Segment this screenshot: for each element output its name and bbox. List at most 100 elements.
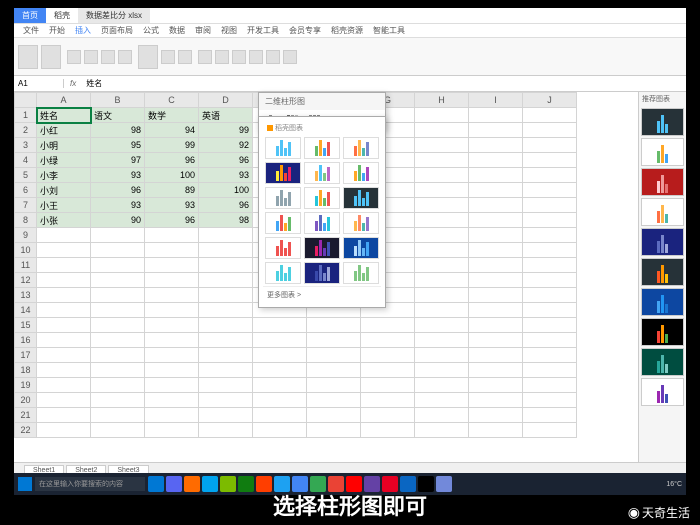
menu-item[interactable]: 稻壳资源 bbox=[326, 25, 368, 36]
cell[interactable] bbox=[145, 408, 199, 423]
menu-item[interactable]: 开始 bbox=[44, 25, 70, 36]
cell[interactable] bbox=[253, 393, 307, 408]
ribbon-btn[interactable] bbox=[84, 50, 98, 64]
cell[interactable] bbox=[145, 363, 199, 378]
row-header[interactable]: 10 bbox=[15, 243, 37, 258]
cell[interactable] bbox=[469, 153, 523, 168]
cell[interactable] bbox=[199, 378, 253, 393]
cell[interactable] bbox=[415, 168, 469, 183]
ribbon-btn[interactable] bbox=[266, 50, 280, 64]
cell[interactable] bbox=[307, 363, 361, 378]
cell[interactable] bbox=[523, 318, 577, 333]
cell[interactable] bbox=[469, 273, 523, 288]
cell[interactable] bbox=[415, 153, 469, 168]
cell[interactable] bbox=[307, 378, 361, 393]
chart-thumb[interactable] bbox=[304, 237, 340, 259]
cell[interactable] bbox=[469, 228, 523, 243]
cell[interactable]: 90 bbox=[91, 213, 145, 228]
cell[interactable] bbox=[199, 303, 253, 318]
cell[interactable] bbox=[469, 348, 523, 363]
column-header[interactable]: B bbox=[91, 93, 145, 108]
cell[interactable] bbox=[91, 423, 145, 438]
cell[interactable] bbox=[199, 393, 253, 408]
cell[interactable] bbox=[253, 378, 307, 393]
cell[interactable] bbox=[91, 303, 145, 318]
chart-thumb[interactable] bbox=[641, 228, 684, 256]
row-header[interactable]: 7 bbox=[15, 198, 37, 213]
ribbon-btn[interactable] bbox=[198, 50, 212, 64]
cell[interactable] bbox=[145, 243, 199, 258]
cell[interactable] bbox=[307, 318, 361, 333]
cell[interactable] bbox=[145, 423, 199, 438]
row-header[interactable]: 19 bbox=[15, 378, 37, 393]
menu-item[interactable]: 插入 bbox=[70, 25, 96, 36]
cell[interactable] bbox=[253, 318, 307, 333]
cell[interactable] bbox=[415, 108, 469, 123]
cell[interactable] bbox=[415, 393, 469, 408]
tab-home[interactable]: 首页 bbox=[14, 8, 46, 23]
cell[interactable] bbox=[199, 318, 253, 333]
cell[interactable] bbox=[91, 378, 145, 393]
cell[interactable] bbox=[523, 303, 577, 318]
ribbon-btn[interactable] bbox=[41, 45, 61, 69]
select-all[interactable] bbox=[15, 93, 37, 108]
cell[interactable]: 英语 bbox=[199, 108, 253, 123]
column-header[interactable]: A bbox=[37, 93, 91, 108]
cell[interactable] bbox=[307, 408, 361, 423]
row-header[interactable]: 16 bbox=[15, 333, 37, 348]
cell[interactable] bbox=[307, 333, 361, 348]
chart-thumb[interactable] bbox=[343, 137, 379, 159]
chart-thumb[interactable] bbox=[304, 162, 340, 184]
cell[interactable] bbox=[415, 243, 469, 258]
cell[interactable] bbox=[523, 348, 577, 363]
cell[interactable]: 小刘 bbox=[37, 183, 91, 198]
gallery-more[interactable]: 更多图表 > bbox=[263, 286, 381, 303]
cell[interactable] bbox=[199, 348, 253, 363]
cell[interactable] bbox=[523, 273, 577, 288]
cell[interactable] bbox=[91, 228, 145, 243]
cell[interactable] bbox=[469, 123, 523, 138]
cell[interactable] bbox=[415, 258, 469, 273]
cell[interactable] bbox=[91, 318, 145, 333]
chart-thumb[interactable] bbox=[641, 318, 684, 346]
cell[interactable] bbox=[361, 348, 415, 363]
cell[interactable] bbox=[253, 348, 307, 363]
cell[interactable] bbox=[145, 228, 199, 243]
cell[interactable] bbox=[415, 303, 469, 318]
cell[interactable] bbox=[523, 108, 577, 123]
cell[interactable] bbox=[469, 198, 523, 213]
menu-item[interactable]: 视图 bbox=[216, 25, 242, 36]
cell[interactable] bbox=[361, 393, 415, 408]
row-header[interactable]: 20 bbox=[15, 393, 37, 408]
cell[interactable] bbox=[37, 258, 91, 273]
cell[interactable] bbox=[523, 288, 577, 303]
cell[interactable] bbox=[37, 333, 91, 348]
chart-thumb[interactable] bbox=[265, 187, 301, 209]
cell[interactable] bbox=[199, 273, 253, 288]
ribbon-btn[interactable] bbox=[67, 50, 81, 64]
row-header[interactable]: 2 bbox=[15, 123, 37, 138]
cell[interactable] bbox=[415, 333, 469, 348]
cell[interactable] bbox=[469, 333, 523, 348]
chart-thumb[interactable] bbox=[641, 138, 684, 166]
cell[interactable]: 100 bbox=[145, 168, 199, 183]
cell[interactable] bbox=[37, 318, 91, 333]
cell[interactable] bbox=[415, 378, 469, 393]
ribbon-btn[interactable] bbox=[18, 45, 38, 69]
row-header[interactable]: 4 bbox=[15, 153, 37, 168]
cell[interactable] bbox=[415, 123, 469, 138]
row-header[interactable]: 22 bbox=[15, 423, 37, 438]
chart-thumb[interactable] bbox=[265, 212, 301, 234]
chart-thumb[interactable] bbox=[641, 108, 684, 136]
cell[interactable] bbox=[91, 273, 145, 288]
column-header[interactable]: I bbox=[469, 93, 523, 108]
cell[interactable] bbox=[199, 288, 253, 303]
cell[interactable] bbox=[145, 378, 199, 393]
cell[interactable] bbox=[523, 378, 577, 393]
cell[interactable] bbox=[91, 363, 145, 378]
cell[interactable] bbox=[361, 363, 415, 378]
cell[interactable]: 98 bbox=[199, 213, 253, 228]
cell[interactable] bbox=[145, 333, 199, 348]
row-header[interactable]: 17 bbox=[15, 348, 37, 363]
cell[interactable] bbox=[91, 393, 145, 408]
